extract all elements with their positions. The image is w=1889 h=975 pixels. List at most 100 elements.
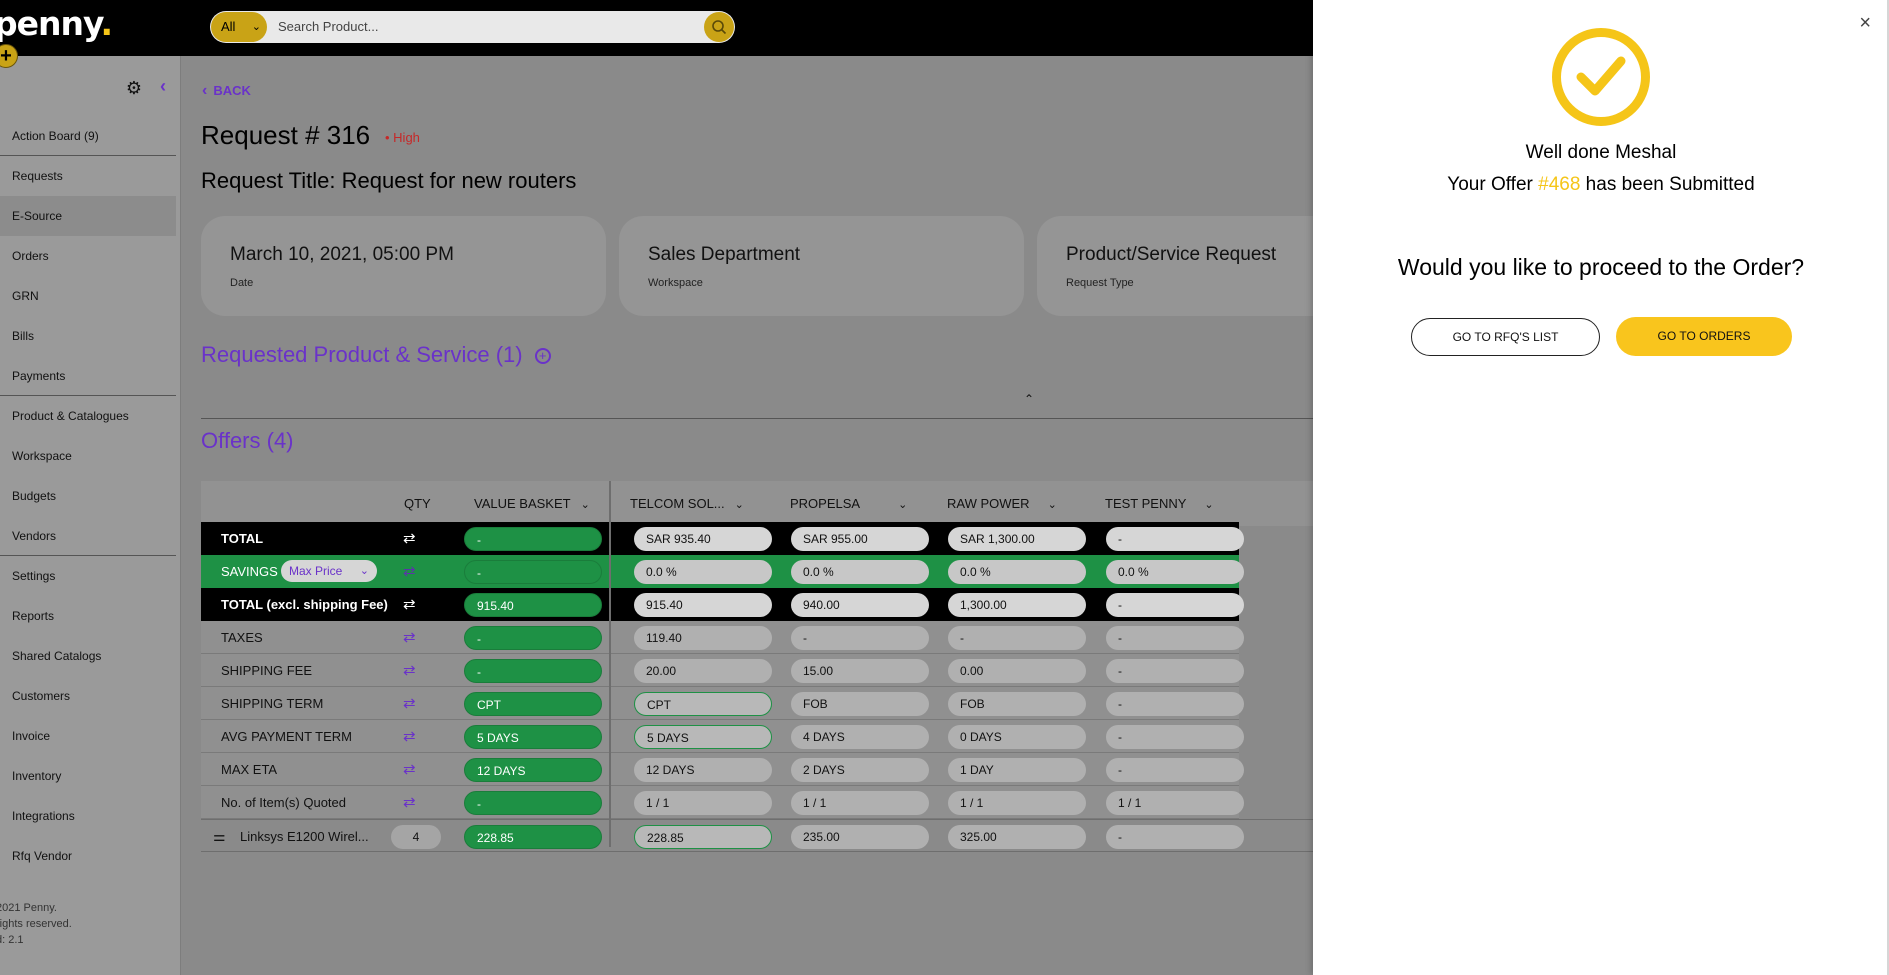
vendor-cell: 0.0 %	[948, 560, 1086, 584]
sidebar-item-requests[interactable]: Requests	[0, 156, 176, 196]
offer-number: #468	[1538, 174, 1581, 195]
vendor-cell: 1 / 1	[791, 791, 929, 815]
vendor-cell: 0.0 %	[791, 560, 929, 584]
sidebar-item-integrations[interactable]: Integrations	[0, 796, 176, 836]
vendor-cell: 119.40	[634, 626, 772, 650]
swap-icon[interactable]: ⇄	[403, 720, 416, 753]
vendor-cell: 325.00	[948, 825, 1086, 849]
back-button[interactable]: ‹ BACK	[202, 82, 251, 100]
add-circle-icon[interactable]: +	[534, 348, 551, 364]
row-label: AVG PAYMENT TERM	[221, 729, 352, 744]
success-message: Your Offer #468 has been Submitted	[1313, 174, 1889, 196]
vendor-cell: FOB	[791, 692, 929, 716]
card-label: Request Type	[1066, 277, 1134, 289]
sidebar-item-action-board[interactable]: Action Board (9)	[0, 116, 176, 156]
sidebar-item-product-catalogues[interactable]: Product & Catalogues	[0, 396, 176, 436]
sidebar-item-shared-catalogs[interactable]: Shared Catalogs	[0, 636, 176, 676]
search-bar: All ⌄ Search Product...	[210, 11, 735, 43]
sidebar-item-rfq-vendor[interactable]: Rfq Vendor	[0, 836, 176, 876]
vendor-cell: 0.0 %	[634, 560, 772, 584]
vendor-cell: SAR 1,300.00	[948, 527, 1086, 551]
vendor-header-raw-power[interactable]: RAW POWER ⌄	[947, 481, 1057, 528]
close-icon[interactable]: ×	[1859, 12, 1871, 35]
table-row-item: ⚌ Linksys E1200 Wirel... 4 228.85 228.85…	[201, 819, 1313, 852]
vendor-header-test-penny[interactable]: TEST PENNY ⌄	[1105, 481, 1214, 528]
sidebar-item-vendors[interactable]: Vendors	[0, 516, 176, 556]
sidebar-item-workspace[interactable]: Workspace	[0, 436, 176, 476]
card-label: Date	[230, 277, 254, 289]
go-to-rfq-list-button[interactable]: GO TO RFQ'S LIST	[1411, 318, 1600, 356]
go-to-orders-button[interactable]: GO TO ORDERS	[1616, 317, 1792, 356]
gear-icon[interactable]: ⚙	[126, 78, 142, 99]
swap-icon[interactable]: ⇄	[403, 555, 416, 588]
requested-section-title: Requested Product & Service (1) +	[201, 342, 551, 368]
item-name[interactable]: Linksys E1200 Wirel...	[240, 820, 369, 853]
value-basket-cell: CPT	[464, 692, 602, 716]
sidebar-item-grn[interactable]: GRN	[0, 276, 176, 316]
max-price-dropdown[interactable]: Max Price ⌄	[281, 560, 377, 582]
vendor-cell: 0 DAYS	[948, 725, 1086, 749]
vendor-cell: 2 DAYS	[791, 758, 929, 782]
vendor-cell: 1 / 1	[1106, 791, 1244, 815]
chevron-up-icon[interactable]: ⌃	[1024, 392, 1034, 406]
search-category-dropdown[interactable]: All ⌄	[211, 12, 267, 42]
swap-icon[interactable]: ⇄	[403, 522, 416, 555]
chevron-down-icon: ⌄	[1047, 499, 1057, 511]
table-row-total-excl-shipping: TOTAL (excl. shipping Fee) ⇄ 915.40 915.…	[201, 588, 1244, 621]
vendor-cell: -	[1106, 725, 1244, 749]
drag-handle-icon[interactable]: ⚌	[213, 820, 226, 853]
sidebar-item-e-source[interactable]: E-Source	[0, 196, 176, 236]
card-label: Workspace	[648, 277, 703, 289]
vendor-header-telcom[interactable]: TELCOM SOL... ⌄	[630, 481, 744, 528]
table-row-max-eta: MAX ETA ⇄ 12 DAYS 12 DAYS 2 DAYS 1 DAY -	[201, 753, 1244, 786]
vendor-header-propelsa[interactable]: PROPELSA ⌄	[790, 481, 907, 528]
sidebar-item-inventory[interactable]: Inventory	[0, 756, 176, 796]
swap-icon[interactable]: ⇄	[403, 687, 416, 720]
vendor-cell-best: CPT	[634, 692, 772, 716]
sidebar-item-payments[interactable]: Payments	[0, 356, 176, 396]
value-basket-cell: -	[464, 527, 602, 551]
request-type-card: Product/Service Request Request Type	[1037, 216, 1313, 316]
vendor-cell: 20.00	[634, 659, 772, 683]
search-button[interactable]	[704, 12, 734, 42]
table-row-total: TOTAL ⇄ - SAR 935.40 SAR 955.00 SAR 1,30…	[201, 522, 1244, 555]
chevron-down-icon: ⌄	[734, 499, 744, 511]
sidebar-item-customers[interactable]: Customers	[0, 676, 176, 716]
chevron-left-icon: ‹	[202, 82, 208, 99]
chevron-down-icon: ⌄	[251, 21, 261, 33]
dropdown-label: Max Price	[289, 564, 343, 578]
sidebar-item-settings[interactable]: Settings	[0, 556, 176, 596]
value-basket-cell: -	[464, 626, 602, 650]
offers-table-header: QTY VALUE BASKET ⌄ TELCOM SOL... ⌄ PROPELS…	[201, 481, 1313, 526]
swap-icon[interactable]: ⇄	[403, 753, 416, 786]
sidebar-item-orders[interactable]: Orders	[0, 236, 176, 276]
vendor-cell: -	[1106, 527, 1244, 551]
swap-icon[interactable]: ⇄	[403, 621, 416, 654]
search-input[interactable]: Search Product...	[278, 11, 378, 43]
vendor-cell: FOB	[948, 692, 1086, 716]
sidebar-item-bills[interactable]: Bills	[0, 316, 176, 356]
chevron-left-icon[interactable]: ‹	[160, 76, 166, 97]
vendor-cell: 1 DAY	[948, 758, 1086, 782]
swap-icon[interactable]: ⇄	[403, 786, 416, 819]
vendor-cell: -	[948, 626, 1086, 650]
header-label: TELCOM SOL...	[630, 496, 725, 511]
card-value: March 10, 2021, 05:00 PM	[230, 244, 454, 265]
penny-logo[interactable]: penny.	[0, 4, 113, 43]
sidebar-item-invoice[interactable]: Invoice	[0, 716, 176, 756]
row-label: SAVINGS	[221, 564, 278, 579]
header-label: VALUE BASKET	[474, 496, 571, 511]
page-title: Request # 316	[201, 120, 371, 150]
row-label: TOTAL	[221, 531, 264, 546]
vendor-cell: 1 / 1	[948, 791, 1086, 815]
sidebar-item-reports[interactable]: Reports	[0, 596, 176, 636]
row-label: SHIPPING TERM	[221, 696, 324, 711]
swap-icon[interactable]: ⇄	[403, 588, 416, 621]
value-basket-cell: -	[464, 659, 602, 683]
swap-icon[interactable]: ⇄	[403, 654, 416, 687]
sidebar-item-budgets[interactable]: Budgets	[0, 476, 176, 516]
back-label: BACK	[213, 83, 251, 98]
value-basket-header[interactable]: VALUE BASKET ⌄	[474, 481, 590, 528]
vendor-cell: SAR 935.40	[634, 527, 772, 551]
success-check-icon	[1552, 28, 1650, 126]
